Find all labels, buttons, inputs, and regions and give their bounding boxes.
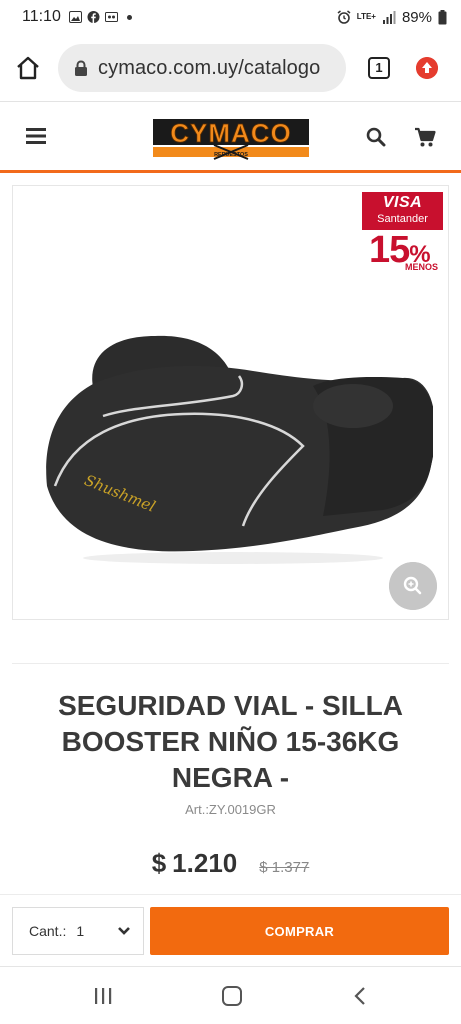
- signal-icon: [382, 10, 396, 24]
- site-header: CYMACO REPUESTOS: [0, 102, 461, 171]
- tab-switcher-button[interactable]: 1: [368, 57, 390, 79]
- home-icon[interactable]: [14, 54, 42, 82]
- status-right: LTE+ 89%: [337, 9, 447, 26]
- quantity-label: Cant.:: [29, 923, 67, 939]
- product-image-frame: VISA Santander 15% MENOS Shushmel: [12, 185, 449, 620]
- promo-bank: Santander: [377, 213, 428, 225]
- battery-icon: [438, 9, 447, 24]
- product-title: SEGURIDAD VIAL - SILLA BOOSTER NIÑO 15-3…: [58, 690, 403, 793]
- cart-icon[interactable]: [414, 126, 436, 148]
- network-type: LTE+: [356, 12, 376, 21]
- browser-toolbar: cymaco.com.uy/catalogo 1: [0, 34, 461, 102]
- status-time: 11:10: [22, 8, 61, 25]
- alarm-icon: [337, 10, 351, 24]
- price-currency: $: [151, 848, 167, 878]
- old-price: $ 1.377: [259, 859, 310, 876]
- recent-apps-icon[interactable]: [94, 988, 112, 1004]
- cymaco-logo[interactable]: CYMACO REPUESTOS: [152, 115, 310, 161]
- buy-button[interactable]: COMPRAR: [150, 907, 449, 955]
- gallery-icon: [68, 11, 82, 23]
- facebook-icon: [87, 11, 100, 23]
- logo-text: CYMACO: [170, 118, 292, 148]
- status-bar: 11:10 LTE+ 89%: [0, 0, 461, 34]
- price-row: $ 1.210 $ 1.377: [0, 848, 461, 879]
- promo-brand: VISA: [382, 194, 423, 211]
- promo-discount-value: 15: [369, 229, 410, 271]
- product-image[interactable]: Shushmel: [33, 266, 433, 566]
- search-icon[interactable]: [366, 127, 386, 147]
- android-nav-bar: [0, 966, 461, 1024]
- upload-icon[interactable]: [416, 57, 438, 79]
- nav-home-icon[interactable]: [222, 986, 242, 1006]
- back-icon[interactable]: [354, 987, 366, 1005]
- lock-icon: [75, 60, 87, 76]
- visa-santander-badge: VISA Santander: [362, 192, 443, 230]
- notification-dot-icon: [126, 14, 132, 20]
- zoom-icon[interactable]: [389, 562, 437, 610]
- logo-subtext: REPUESTOS: [214, 152, 248, 158]
- divider: [12, 663, 449, 664]
- hamburger-menu-icon[interactable]: [26, 127, 46, 145]
- battery-percent: 89%: [401, 8, 432, 26]
- url-bar[interactable]: cymaco.com.uy/catalogo: [58, 44, 346, 92]
- quantity-select[interactable]: Cant.: 1: [12, 907, 144, 955]
- price-value: 1.210: [172, 848, 238, 878]
- divider: [0, 894, 461, 895]
- quantity-value: 1: [76, 923, 85, 939]
- chevron-down-icon: [118, 927, 130, 935]
- header-accent-line: [0, 170, 461, 173]
- product-sku: Art.:ZY.0019GR: [185, 802, 276, 817]
- url-text: cymaco.com.uy/catalogo: [98, 56, 321, 79]
- cast-icon: [104, 12, 118, 22]
